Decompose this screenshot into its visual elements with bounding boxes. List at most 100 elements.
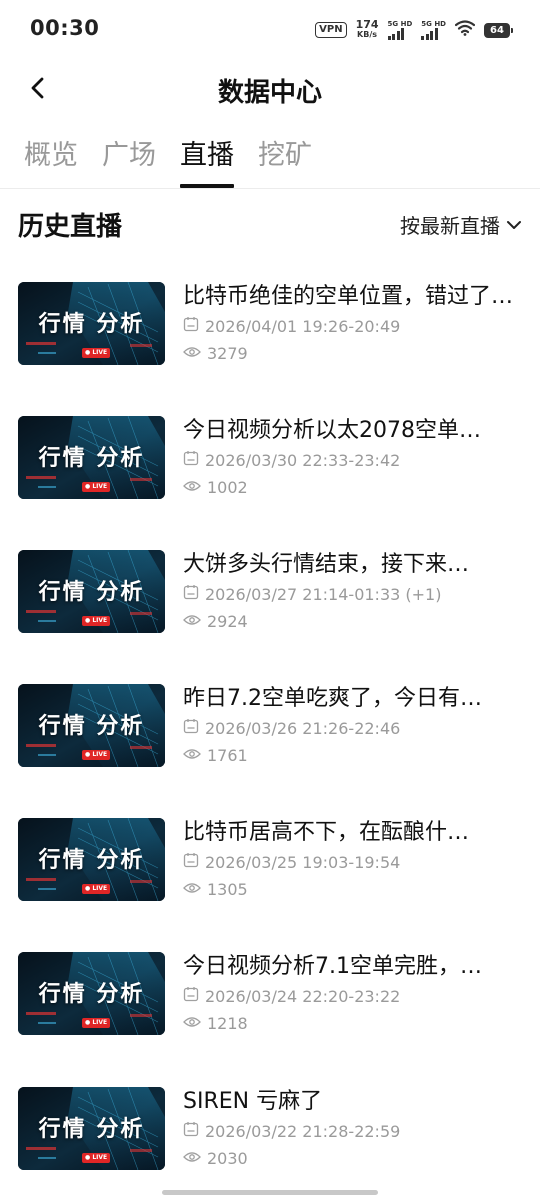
tab-mining[interactable]: 挖矿 (258, 133, 312, 172)
calendar-icon (183, 1121, 199, 1142)
thumbnail-title: 行情 分析 (38, 312, 145, 337)
item-time-text: 2026/03/25 19:03-19:54 (205, 852, 401, 872)
section-header: 历史直播 按最新直播 (0, 200, 540, 250)
thumbnail-title: 行情 分析 (38, 848, 145, 873)
wifi-icon (454, 20, 476, 40)
item-time: 2026/03/30 22:33-23:42 (183, 450, 400, 471)
tab-plaza[interactable]: 广场 (102, 133, 156, 172)
list-item[interactable]: 行情 分析 ● LIVE 大饼多头行情结束，接下来… 2026/03/27 21:… (0, 550, 540, 634)
item-views: 2924 (183, 612, 248, 632)
list-item[interactable]: 行情 分析 ● LIVE 今日视频分析以太2078空单… 2026/03/30 2… (0, 416, 540, 500)
item-views: 2030 (183, 1149, 248, 1169)
sort-label: 按最新直播 (400, 214, 500, 238)
status-bar: 00:30 VPN 174 KB/s 5G HD 5G HD 64 (0, 0, 540, 58)
item-time-text: 2026/03/26 21:26-22:46 (205, 718, 401, 738)
live-badge: ● LIVE (82, 1018, 111, 1028)
calendar-icon (183, 986, 199, 1007)
calendar-icon (183, 852, 199, 873)
item-time-text: 2026/03/30 22:33-23:42 (205, 450, 401, 470)
sort-dropdown[interactable]: 按最新直播 (400, 210, 522, 239)
item-views-count: 3279 (207, 344, 248, 363)
title-bar: 数据中心 (0, 62, 540, 118)
thumbnail-title: 行情 分析 (38, 1117, 145, 1142)
item-views: 1305 (183, 880, 248, 900)
item-views: 3279 (183, 344, 248, 364)
item-time: 2026/03/26 21:26-22:46 (183, 718, 400, 739)
eye-icon (183, 612, 201, 632)
network-speed-value: 174 (355, 18, 379, 31)
calendar-icon (183, 718, 199, 739)
item-time-text: 2026/03/24 22:20-23:22 (205, 986, 401, 1006)
item-title: 比特币绝佳的空单位置，错过了… (183, 284, 513, 309)
item-title: SIREN 亏麻了 (183, 1089, 323, 1114)
live-badge: ● LIVE (82, 750, 111, 760)
item-views-count: 1761 (207, 746, 248, 765)
status-icons: VPN 174 KB/s 5G HD 5G HD 64 (315, 18, 513, 42)
eye-icon (183, 344, 201, 364)
list-item[interactable]: 行情 分析 ● LIVE 比特币绝佳的空单位置，错过了… 2026/04/01 1… (0, 282, 540, 366)
item-views-count: 1218 (207, 1014, 248, 1033)
item-time-text: 2026/04/01 19:26-20:49 (205, 316, 401, 336)
live-badge: ● LIVE (82, 348, 111, 358)
chevron-down-icon (507, 220, 521, 229)
item-time-text: 2026/03/27 21:14-01:33 (+1) (205, 584, 442, 604)
live-badge: ● LIVE (82, 1153, 111, 1163)
item-time: 2026/03/22 21:28-22:59 (183, 1121, 400, 1142)
thumbnail: 行情 分析 ● LIVE (18, 550, 165, 633)
item-time: 2026/03/25 19:03-19:54 (183, 852, 400, 873)
thumbnail-title: 行情 分析 (38, 580, 145, 605)
tab-overview[interactable]: 概览 (24, 133, 78, 172)
item-views-count: 1002 (207, 478, 248, 497)
thumbnail: 行情 分析 ● LIVE (18, 952, 165, 1035)
list-item[interactable]: 行情 分析 ● LIVE SIREN 亏麻了 2026/03/22 21:28-2… (0, 1087, 540, 1171)
cell-signal-label: 5G HD (421, 20, 446, 28)
tab-bar: 概览 广场 直播 挖矿 (0, 128, 540, 188)
cell-signal-icon: 5G HD (421, 20, 446, 40)
tab-live[interactable]: 直播 (180, 133, 234, 172)
item-views-count: 2030 (207, 1149, 248, 1168)
status-time: 00:30 (30, 16, 100, 40)
item-title: 昨日7.2空单吃爽了，今日有… (183, 686, 482, 711)
calendar-icon (183, 450, 199, 471)
thumbnail: 行情 分析 ● LIVE (18, 818, 165, 901)
item-title: 比特币居高不下，在酝酿什… (183, 820, 470, 845)
item-title: 今日视频分析7.1空单完胜，… (183, 954, 482, 979)
eye-icon (183, 1014, 201, 1034)
cell-signal-icon: 5G HD (387, 20, 413, 40)
thumbnail: 行情 分析 ● LIVE (18, 282, 165, 365)
item-views: 1761 (183, 746, 248, 766)
thumbnail-title: 行情 分析 (38, 714, 145, 739)
item-time: 2026/03/24 22:20-23:22 (183, 986, 400, 1007)
eye-icon (183, 1149, 201, 1169)
calendar-icon (183, 584, 199, 605)
thumbnail: 行情 分析 ● LIVE (18, 1087, 165, 1170)
item-views-count: 1305 (207, 880, 248, 899)
vpn-badge: VPN (315, 22, 347, 38)
eye-icon (183, 478, 201, 498)
section-title: 历史直播 (18, 212, 123, 242)
item-time-text: 2026/03/22 21:28-22:59 (205, 1121, 401, 1141)
home-indicator[interactable] (162, 1190, 378, 1195)
calendar-icon (183, 316, 199, 337)
item-views-count: 2924 (207, 612, 248, 631)
divider (0, 188, 540, 189)
network-speed-unit: KB/s (357, 30, 378, 39)
eye-icon (183, 746, 201, 766)
item-views: 1002 (183, 478, 248, 498)
page-title: 数据中心 (217, 78, 322, 108)
thumbnail: 行情 分析 ● LIVE (18, 416, 165, 499)
list-item[interactable]: 行情 分析 ● LIVE 今日视频分析7.1空单完胜，… 2026/03/24 2… (0, 952, 540, 1036)
live-badge: ● LIVE (82, 616, 111, 626)
thumbnail: 行情 分析 ● LIVE (18, 684, 165, 767)
battery-icon: 64 (484, 22, 513, 38)
item-views: 1218 (183, 1014, 248, 1034)
list-item[interactable]: 行情 分析 ● LIVE 比特币居高不下，在酝酿什… 2026/03/25 19:… (0, 818, 540, 902)
item-time: 2026/03/27 21:14-01:33 (+1) (183, 584, 441, 605)
thumbnail-title: 行情 分析 (38, 982, 145, 1007)
live-badge: ● LIVE (82, 482, 111, 492)
item-title: 今日视频分析以太2078空单… (183, 418, 481, 443)
network-speed: 174 KB/s (355, 18, 379, 40)
cell-signal-label: 5G HD (387, 20, 413, 28)
list-item[interactable]: 行情 分析 ● LIVE 昨日7.2空单吃爽了，今日有… 2026/03/26 2… (0, 684, 540, 768)
item-title: 大饼多头行情结束，接下来… (183, 552, 470, 577)
